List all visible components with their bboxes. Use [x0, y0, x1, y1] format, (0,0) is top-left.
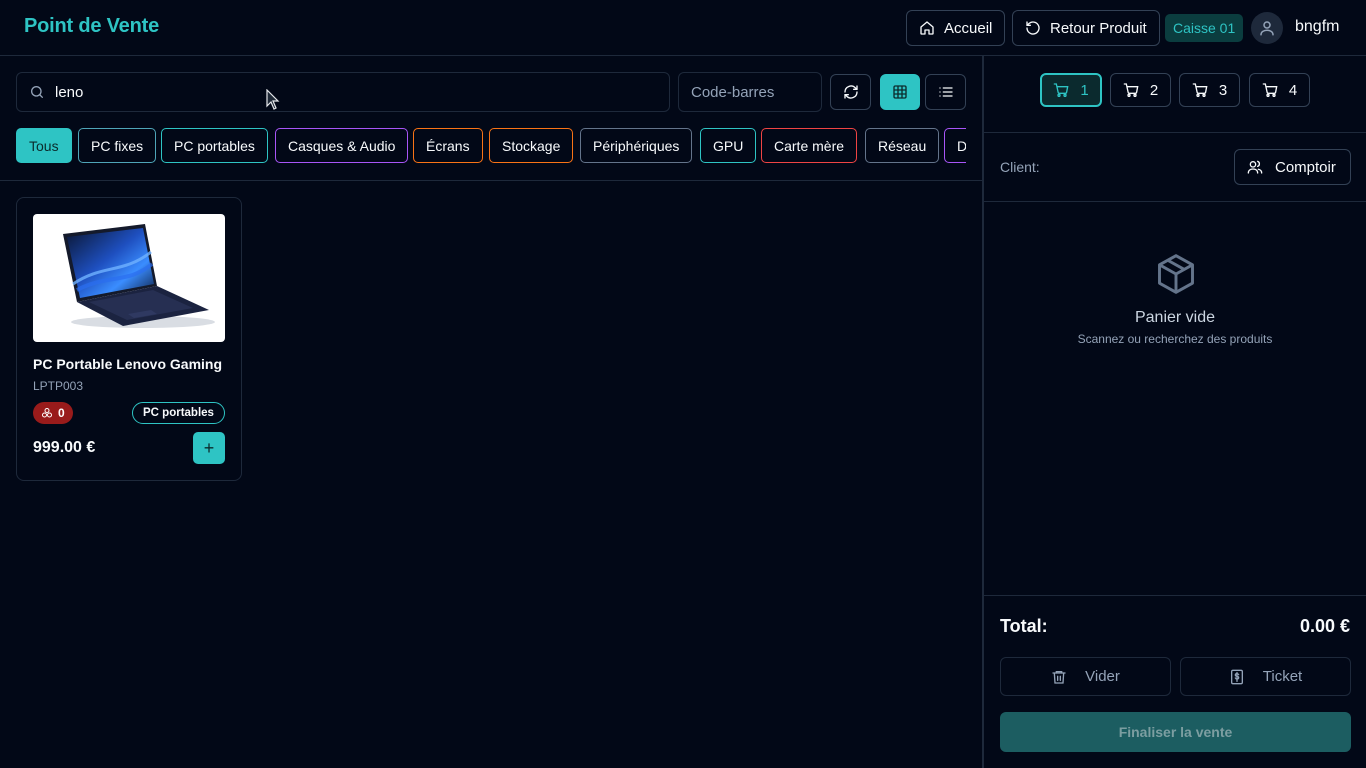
laptop-image	[63, 224, 215, 328]
boxes-icon	[42, 408, 52, 418]
divider	[984, 132, 1366, 133]
product-category-badge: PC portables	[132, 402, 225, 424]
cart-icon	[1053, 83, 1069, 97]
package-icon	[1158, 254, 1194, 294]
list-view-button[interactable]	[925, 74, 966, 110]
divider	[984, 595, 1366, 596]
cart-tab-label: 1	[1080, 81, 1089, 99]
category-gpu[interactable]: GPU	[700, 128, 757, 163]
cart-tab-2[interactable]: 2	[1110, 73, 1171, 107]
add-to-cart-button[interactable]: +	[193, 432, 225, 464]
top-header: Point de Vente Accueil Retour Produit Ca…	[0, 0, 1366, 56]
cart-tab-label: 2	[1149, 81, 1159, 99]
register-badge: Caisse 01	[1165, 14, 1244, 42]
cart-tab-label: 3	[1218, 81, 1228, 99]
empty-cart-title: Panier vide	[1134, 309, 1216, 326]
app-title: Point de Vente	[24, 15, 160, 37]
receipt-icon	[1230, 669, 1243, 684]
total-value: 0.00 €	[1299, 616, 1350, 636]
client-select-label: Comptoir	[1275, 158, 1336, 176]
ticket-button[interactable]: Ticket	[1180, 657, 1351, 696]
trash-icon	[1052, 670, 1066, 684]
product-card[interactable]: PC Portable Lenovo Gaming LPTP003 0 PC p…	[16, 197, 242, 481]
category-ecrans[interactable]: Écrans	[413, 128, 483, 163]
refresh-button[interactable]	[830, 74, 871, 110]
category-d[interactable]: D	[944, 128, 966, 163]
home-button-label: Accueil	[944, 19, 993, 37]
cart-tab-3[interactable]: 3	[1179, 73, 1240, 107]
cart-tab-label: 4	[1288, 81, 1298, 99]
client-label: Client:	[1000, 159, 1040, 175]
product-price: 999.00 €	[33, 439, 96, 456]
divider	[0, 180, 982, 181]
grid-icon	[893, 85, 907, 99]
home-icon	[920, 21, 934, 35]
search-icon	[31, 86, 43, 98]
category-tous[interactable]: Tous	[16, 128, 72, 163]
mouse-cursor-icon	[266, 89, 280, 110]
clear-cart-button[interactable]: Vider	[1000, 657, 1171, 696]
stock-badge: 0	[33, 402, 73, 424]
product-name: PC Portable Lenovo Gaming	[33, 356, 223, 372]
client-select-button[interactable]: Comptoir	[1234, 149, 1351, 185]
cart-icon	[1123, 83, 1139, 97]
finalize-sale-button[interactable]: Finaliser la vente	[1000, 712, 1351, 752]
avatar[interactable]	[1251, 12, 1283, 44]
cart-icon	[1262, 83, 1278, 97]
return-product-label: Retour Produit	[1050, 19, 1147, 37]
stock-count: 0	[58, 406, 65, 420]
product-image	[33, 214, 225, 342]
category-carte-mere[interactable]: Carte mère	[761, 128, 858, 163]
home-button[interactable]: Accueil	[906, 10, 1006, 46]
refresh-icon	[843, 85, 858, 99]
list-icon	[938, 87, 953, 97]
cart-icon	[1192, 83, 1208, 97]
category-peripheriques[interactable]: Périphériques	[580, 128, 693, 163]
category-filters: Tous PC fixes PC portables Casques & Aud…	[16, 128, 966, 164]
category-pc-portables[interactable]: PC portables	[161, 128, 268, 163]
divider	[984, 201, 1366, 202]
search-box[interactable]	[16, 72, 670, 112]
category-stockage[interactable]: Stockage	[489, 128, 574, 163]
username[interactable]: bngfm	[1295, 18, 1339, 36]
barcode-input[interactable]	[691, 83, 816, 101]
category-casques-audio[interactable]: Casques & Audio	[275, 128, 409, 163]
return-product-button[interactable]: Retour Produit	[1012, 10, 1160, 46]
cart-panel: 1 2 3 4 Client: Comptoir Panier vide Sca…	[984, 56, 1366, 768]
rotate-ccw-icon	[1026, 21, 1040, 35]
cart-tab-4[interactable]: 4	[1249, 73, 1310, 107]
users-icon	[1247, 160, 1263, 174]
category-reseau[interactable]: Réseau	[865, 128, 940, 163]
search-input[interactable]	[55, 83, 615, 101]
user-icon	[1260, 21, 1274, 36]
clear-cart-label: Vider	[1085, 668, 1120, 685]
empty-cart-subtitle: Scannez ou recherchez des produits	[1077, 332, 1273, 346]
grid-view-button[interactable]	[880, 74, 920, 110]
product-panel: Tous PC fixes PC portables Casques & Aud…	[0, 56, 983, 768]
barcode-box[interactable]	[678, 72, 822, 112]
total-label: Total:	[1000, 616, 1048, 636]
product-sku: LPTP003	[33, 379, 84, 393]
cart-tab-1[interactable]: 1	[1040, 73, 1102, 107]
category-pc-fixes[interactable]: PC fixes	[78, 128, 157, 163]
ticket-label: Ticket	[1262, 668, 1303, 685]
